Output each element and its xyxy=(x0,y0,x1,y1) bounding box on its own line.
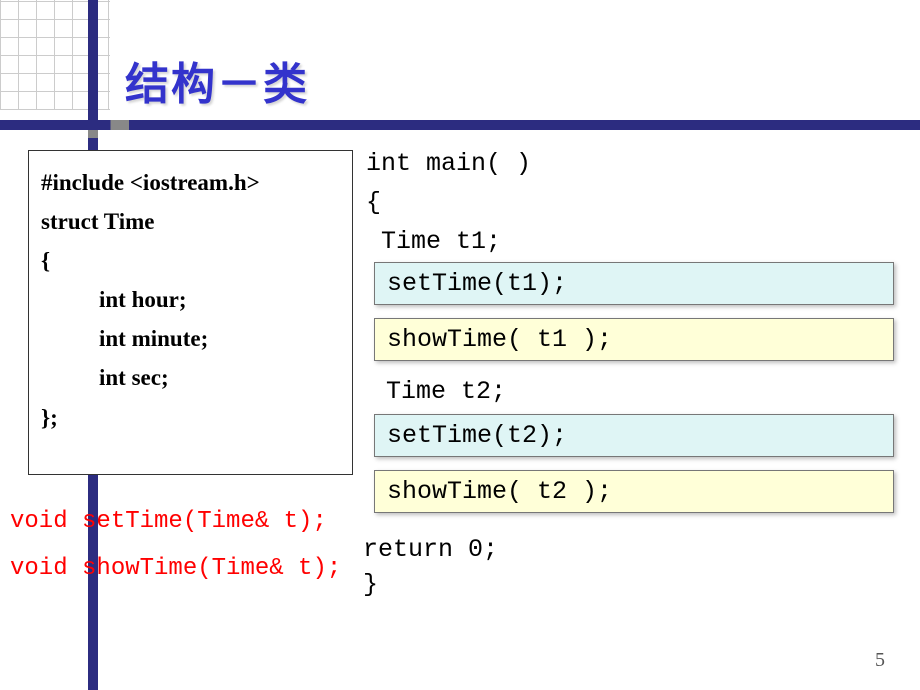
code-line: int minute; xyxy=(41,319,340,358)
func-decl-showtime: void showTime(Time& t); xyxy=(10,555,341,582)
code-line-return: return 0; xyxy=(363,535,498,564)
code-line: struct Time xyxy=(41,202,340,241)
call-settime-t1-box: setTime(t1); xyxy=(374,262,894,305)
call-showtime-t1-box: showTime( t1 ); xyxy=(374,318,894,361)
code-line: int sec; xyxy=(41,358,340,397)
code-text: showTime( t2 ); xyxy=(387,477,612,506)
horizontal-bar xyxy=(0,120,920,130)
code-text: showTime( t1 ); xyxy=(387,325,612,354)
grid-decoration xyxy=(0,0,140,140)
code-line-close: } xyxy=(363,570,378,599)
call-showtime-t2-box: showTime( t2 ); xyxy=(374,470,894,513)
code-text: setTime(t2); xyxy=(387,421,567,450)
struct-code-box: #include <iostream.h> struct Time { int … xyxy=(28,150,353,475)
code-line: }; xyxy=(41,398,340,437)
code-line: Time t1; xyxy=(366,223,531,262)
page-number: 5 xyxy=(875,649,885,672)
code-line: int hour; xyxy=(41,280,340,319)
slide-title: 结构－类 xyxy=(125,48,309,112)
main-code-block: int main( ) { Time t1; xyxy=(366,145,531,261)
code-text: setTime(t1); xyxy=(387,269,567,298)
code-line: int main( ) xyxy=(366,145,531,184)
code-line: { xyxy=(41,241,340,280)
code-line-t2: Time t2; xyxy=(386,377,506,406)
func-decl-settime: void setTime(Time& t); xyxy=(10,508,327,535)
code-line: #include <iostream.h> xyxy=(41,163,340,202)
code-line: { xyxy=(366,184,531,223)
call-settime-t2-box: setTime(t2); xyxy=(374,414,894,457)
